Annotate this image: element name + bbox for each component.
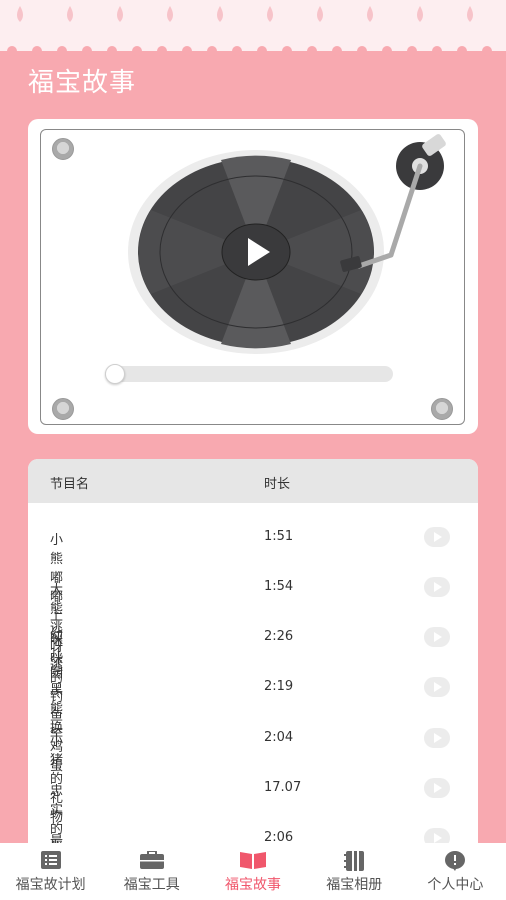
- story-duration: 17.07: [264, 780, 302, 795]
- play-icon: [248, 238, 270, 266]
- play-icon[interactable]: [424, 627, 450, 647]
- play-button[interactable]: [226, 228, 286, 276]
- nav-item-plan[interactable]: 福宝故计划: [0, 843, 101, 900]
- play-icon[interactable]: [424, 677, 450, 697]
- page-title: 福宝故事: [28, 68, 137, 98]
- book-icon: [240, 852, 266, 869]
- record-player-card: [28, 119, 478, 434]
- record-player: [40, 129, 465, 425]
- nav-label: 福宝故事: [225, 877, 281, 893]
- lace-header: [0, 0, 506, 58]
- nav-item-stories[interactable]: 福宝故事: [202, 843, 303, 900]
- progress-thumb[interactable]: [105, 364, 125, 384]
- nav-label: 福宝故计划: [15, 877, 86, 893]
- progress-slider[interactable]: [105, 364, 393, 384]
- play-icon[interactable]: [424, 728, 450, 748]
- playlist-header: 节目名 时长: [28, 459, 478, 503]
- list-icon: [40, 851, 61, 869]
- story-duration: 2:26: [264, 629, 294, 644]
- play-icon[interactable]: [424, 577, 450, 597]
- playlist-table: 节目名 时长 小熊嘟嘟上幼儿园 1:51 大熊逃呀逃 1:54 咪咪的钓鱼竿 2…: [28, 459, 478, 859]
- nav-item-album[interactable]: 福宝相册: [304, 843, 405, 900]
- nav-label: 福宝相册: [326, 877, 383, 893]
- nav-item-tools[interactable]: 福宝工具: [101, 843, 202, 900]
- briefcase-icon: [139, 851, 164, 869]
- story-duration: 2:04: [264, 730, 294, 745]
- nav-label: 福宝工具: [123, 877, 180, 893]
- bottom-nav: 福宝故计划 福宝工具 福宝故事 福宝相册 个人中心: [0, 843, 506, 900]
- play-icon[interactable]: [424, 778, 450, 798]
- header-duration: 时长: [264, 477, 291, 492]
- header-name: 节目名: [50, 477, 90, 492]
- play-icon[interactable]: [424, 527, 450, 547]
- story-duration: 1:51: [264, 529, 294, 544]
- nav-label: 个人中心: [427, 877, 484, 893]
- nav-item-profile[interactable]: 个人中心: [405, 843, 506, 900]
- notebook-icon: [344, 851, 365, 871]
- story-duration: 2:19: [264, 679, 294, 694]
- story-duration: 1:54: [264, 579, 294, 594]
- chat-icon: [445, 851, 466, 871]
